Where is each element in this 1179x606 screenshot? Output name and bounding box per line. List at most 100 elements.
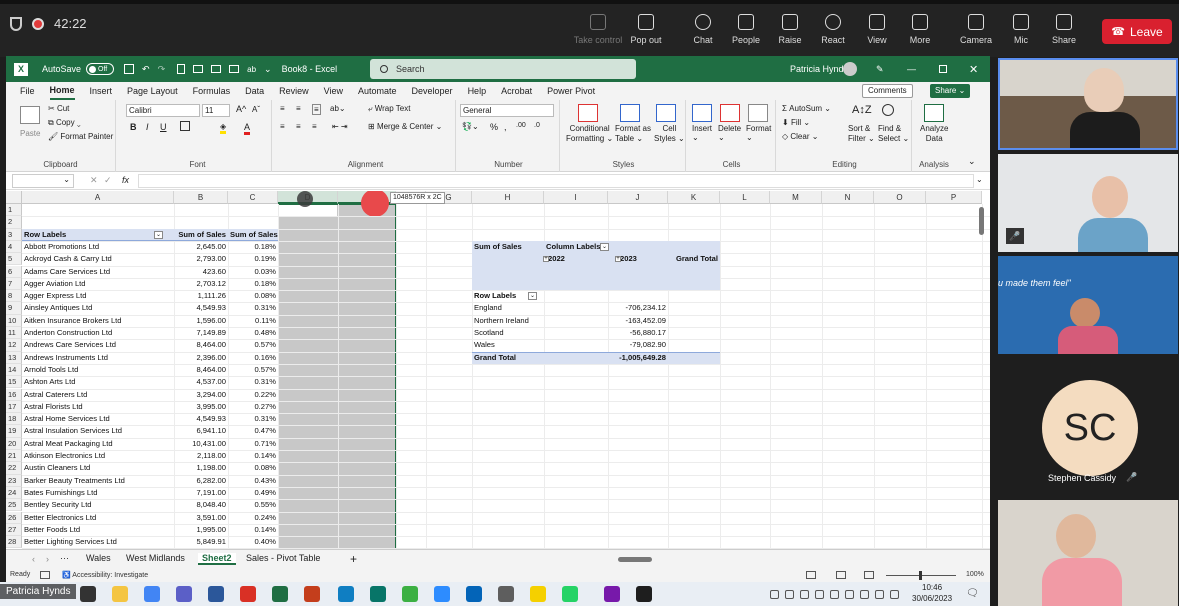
- chrome-icon[interactable]: [144, 586, 160, 602]
- find-select-button[interactable]: Find & Select ⌄: [878, 124, 909, 144]
- pivot-region-value[interactable]: -56,880.17: [608, 327, 668, 339]
- table-cell[interactable]: 0.40%: [228, 536, 278, 548]
- sheet-tab-sales-pivot-table[interactable]: Sales - Pivot Table: [242, 553, 324, 563]
- number-format-select[interactable]: General: [460, 104, 554, 117]
- table-cell[interactable]: 1,111.26: [174, 290, 228, 302]
- format-painter-button[interactable]: 🖌 Format Painter: [48, 132, 113, 141]
- table-cell[interactable]: Astral Caterers Ltd: [22, 389, 174, 401]
- bottom-align-icon[interactable]: ≡: [312, 104, 321, 115]
- table-cell[interactable]: Austin Cleaners Ltd: [22, 462, 174, 474]
- volume-icon[interactable]: [875, 590, 884, 599]
- insert-button[interactable]: Insert ⌄: [692, 124, 712, 142]
- chevron-up-icon[interactable]: [770, 590, 779, 599]
- pivot-column-labels[interactable]: Column Labels: [544, 241, 608, 253]
- top-align-icon[interactable]: ≡: [280, 104, 285, 113]
- table-cell[interactable]: Andrews Instruments Ltd: [22, 352, 174, 364]
- table-cell[interactable]: Better Lighting Services Ltd: [22, 536, 174, 548]
- cancel-icon[interactable]: ✕: [90, 175, 98, 186]
- table-cell[interactable]: 6,282.00: [174, 475, 228, 487]
- table-cell[interactable]: 0.14%: [228, 450, 278, 462]
- sum-of-sales-header[interactable]: Sum of Sales: [174, 229, 228, 241]
- table-cell[interactable]: Adams Care Services Ltd: [22, 266, 174, 278]
- pivot-region-value[interactable]: -79,082.90: [608, 339, 668, 351]
- formula-input[interactable]: [138, 174, 974, 188]
- add-sheet-button[interactable]: +: [350, 552, 357, 566]
- column-header-l[interactable]: L: [720, 191, 770, 204]
- shield-icon[interactable]: [10, 16, 22, 31]
- percent-icon[interactable]: %: [490, 122, 498, 132]
- comments-button[interactable]: Comments: [862, 84, 913, 98]
- delete-cells-icon[interactable]: [720, 104, 740, 122]
- table-cell[interactable]: 423.60: [174, 266, 228, 278]
- search-icon[interactable]: [80, 586, 96, 602]
- menu-tab-acrobat[interactable]: Acrobat: [501, 86, 532, 96]
- recording-icon[interactable]: [32, 17, 44, 30]
- row-header[interactable]: 17: [6, 400, 22, 414]
- align-center-icon[interactable]: ≡: [296, 122, 301, 131]
- table-cell[interactable]: Arnold Tools Ltd: [22, 364, 174, 376]
- menu-tab-review[interactable]: Review: [279, 86, 309, 96]
- whatsapp-icon[interactable]: [562, 586, 578, 602]
- menu-tab-page-layout[interactable]: Page Layout: [127, 86, 178, 96]
- table-cell[interactable]: 5,849.91: [174, 536, 228, 548]
- expand-2023-icon[interactable]: +: [615, 256, 621, 263]
- row-header[interactable]: 10: [6, 314, 22, 327]
- next-sheet-icon[interactable]: ›: [46, 554, 49, 564]
- table-cell[interactable]: Better Foods Ltd: [22, 524, 174, 536]
- column-header-p[interactable]: P: [926, 191, 982, 204]
- excel-icon[interactable]: [272, 586, 288, 602]
- merge-center-button[interactable]: ⊞ Merge & Center ⌄: [368, 122, 442, 131]
- column-labels-dropdown-icon[interactable]: ⌄: [600, 242, 609, 251]
- menu-tab-insert[interactable]: Insert: [90, 86, 113, 96]
- font-size-select[interactable]: 11: [202, 104, 230, 117]
- table-cell[interactable]: Abbott Promotions Ltd: [22, 241, 174, 253]
- redo-icon[interactable]: ↷: [158, 64, 166, 75]
- delete-button[interactable]: Delete ⌄: [718, 124, 741, 142]
- fill-color-icon[interactable]: ◈: [220, 122, 227, 134]
- table-cell[interactable]: Aitken Insurance Brokers Ltd: [22, 315, 174, 327]
- underline-button[interactable]: U: [160, 122, 167, 132]
- menu-tab-home[interactable]: Home: [49, 82, 75, 100]
- more-button[interactable]: More: [894, 14, 946, 45]
- font-color-icon[interactable]: A: [244, 122, 251, 135]
- table-cell[interactable]: 8,464.00: [174, 364, 228, 376]
- table-cell[interactable]: 10,431.00: [174, 438, 228, 450]
- analyze-data-button[interactable]: Analyze Data: [920, 124, 948, 144]
- normal-view-icon[interactable]: [806, 571, 816, 579]
- table-cell[interactable]: 0.18%: [228, 278, 278, 290]
- bold-button[interactable]: B: [130, 122, 137, 132]
- fill-button[interactable]: ⬇ Fill ⌄: [782, 118, 810, 127]
- table-cell[interactable]: 0.31%: [228, 302, 278, 314]
- table-cell[interactable]: 0.57%: [228, 364, 278, 376]
- filter-dropdown-icon[interactable]: ⌄: [154, 230, 163, 239]
- pivot-region-value[interactable]: -163,452.09: [608, 315, 668, 327]
- table-cell[interactable]: Astral Meat Packaging Ltd: [22, 438, 174, 450]
- macro-recording-icon[interactable]: [40, 571, 50, 579]
- publisher-icon[interactable]: [370, 586, 386, 602]
- take-control-button[interactable]: Take control: [572, 14, 624, 45]
- currency-icon[interactable]: 💱⌄: [462, 122, 479, 131]
- row-header[interactable]: 18: [6, 413, 22, 426]
- table-cell[interactable]: 2,396.00: [174, 352, 228, 364]
- column-header-b[interactable]: B: [174, 191, 228, 204]
- menu-tab-formulas[interactable]: Formulas: [193, 86, 231, 96]
- table-cell[interactable]: 0.57%: [228, 339, 278, 351]
- pivot-region-label[interactable]: Northern Ireland: [472, 315, 552, 327]
- powerpoint-icon[interactable]: [304, 586, 320, 602]
- table-cell[interactable]: 7,191.00: [174, 487, 228, 499]
- print-icon[interactable]: [211, 65, 222, 73]
- restore-button[interactable]: [939, 65, 947, 73]
- align-right-icon[interactable]: ≡: [312, 122, 317, 131]
- format-button[interactable]: Format ⌄: [746, 124, 771, 142]
- row-labels-header[interactable]: Row Labels: [22, 229, 174, 241]
- row-header[interactable]: 15: [6, 376, 22, 389]
- table-cell[interactable]: 0.11%: [228, 315, 278, 327]
- menu-tab-automate[interactable]: Automate: [358, 86, 397, 96]
- table-cell[interactable]: Astral Florists Ltd: [22, 401, 174, 413]
- select-all-corner[interactable]: [6, 191, 22, 204]
- table-cell[interactable]: 1,995.00: [174, 524, 228, 536]
- table-cell[interactable]: 2,118.00: [174, 450, 228, 462]
- table-cell[interactable]: Better Electronics Ltd: [22, 512, 174, 524]
- row-header[interactable]: 1: [6, 204, 22, 217]
- orientation-icon[interactable]: ab⌄: [330, 104, 346, 113]
